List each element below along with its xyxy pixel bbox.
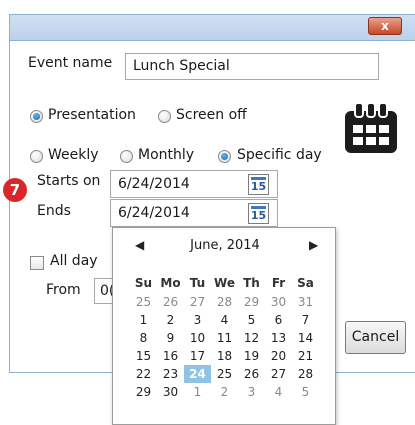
weekday-header: Mo	[160, 276, 181, 290]
monthly-radio[interactable]	[120, 150, 133, 163]
calendar-day[interactable]: 17	[184, 347, 211, 365]
calendar-day[interactable]: 6	[265, 311, 292, 329]
weekday-header: Sa	[297, 276, 314, 290]
calendar-day[interactable]: 2	[157, 311, 184, 329]
from-label: From	[46, 282, 81, 298]
cancel-button[interactable]: Cancel	[345, 321, 406, 354]
calendar-day[interactable]: 4	[211, 311, 238, 329]
close-button[interactable]: x	[368, 17, 402, 35]
calendar-day[interactable]: 26	[238, 365, 265, 383]
starts-icon-text: 15	[250, 180, 267, 193]
calendar-day[interactable]: 11	[211, 329, 238, 347]
calendar-day[interactable]: 4	[265, 383, 292, 401]
presentation-label: Presentation	[48, 107, 136, 123]
calendar-day[interactable]: 28	[211, 293, 238, 311]
calendar-day[interactable]: 26	[157, 293, 184, 311]
weekday-header: Fr	[271, 276, 286, 290]
specific-day-radio[interactable]	[218, 150, 231, 163]
calendar-day[interactable]: 5	[292, 383, 319, 401]
title-bar	[9, 14, 415, 41]
starts-on-label: Starts on	[37, 173, 101, 189]
calendar-day[interactable]: 19	[238, 347, 265, 365]
calendar-day[interactable]: 27	[184, 293, 211, 311]
calendar-day[interactable]: 29	[130, 383, 157, 401]
calendar-icon	[345, 103, 397, 153]
calendar-day[interactable]: 30	[265, 293, 292, 311]
weekly-label: Weekly	[48, 147, 99, 163]
calendar-day[interactable]: 10	[184, 329, 211, 347]
calendar-day[interactable]: 3	[184, 311, 211, 329]
calendar-day[interactable]: 30	[157, 383, 184, 401]
screen-off-label: Screen off	[176, 107, 247, 123]
month-title: June, 2014	[190, 238, 260, 253]
weekday-header: Su	[134, 276, 153, 290]
specific-day-label: Specific day	[237, 147, 322, 163]
calendar-day[interactable]: 15	[130, 347, 157, 365]
calendar-day[interactable]: 20	[265, 347, 292, 365]
calendar-day[interactable]: 5	[238, 311, 265, 329]
calendar-day[interactable]: 7	[292, 311, 319, 329]
screen-off-radio[interactable]	[158, 110, 171, 123]
calendar-day[interactable]: 31	[292, 293, 319, 311]
close-icon: x	[381, 19, 389, 33]
presentation-radio[interactable]	[30, 110, 43, 123]
event-name-field[interactable]: Lunch Special	[125, 53, 379, 80]
ends-label: Ends	[37, 203, 71, 219]
calendar-day[interactable]: 29	[238, 293, 265, 311]
weekday-header: Th	[243, 276, 260, 290]
calendar-15-icon[interactable]: 15	[248, 203, 269, 224]
all-day-label: All day	[50, 253, 98, 269]
weekly-radio[interactable]	[30, 150, 43, 163]
calendar-day[interactable]: 25	[211, 365, 238, 383]
monthly-label: Monthly	[138, 147, 195, 163]
calendar-day[interactable]: 12	[238, 329, 265, 347]
calendar-day[interactable]: 16	[157, 347, 184, 365]
next-month-arrow-icon[interactable]: ▶	[309, 238, 318, 252]
calendar-day[interactable]: 21	[292, 347, 319, 365]
weekday-header: Tu	[189, 276, 206, 290]
calendar-day[interactable]: 28	[292, 365, 319, 383]
calendar-day[interactable]: 3	[238, 383, 265, 401]
calendar-day[interactable]: 22	[130, 365, 157, 383]
weekday-header: We	[214, 276, 235, 290]
calendar-day[interactable]: 13	[265, 329, 292, 347]
all-day-checkbox[interactable]	[30, 256, 44, 270]
calendar-day[interactable]: 14	[292, 329, 319, 347]
event-name-label: Event name	[28, 55, 113, 71]
calendar-day[interactable]: 27	[265, 365, 292, 383]
calendar-day[interactable]: 2	[211, 383, 238, 401]
ends-icon-text: 15	[250, 209, 267, 222]
date-picker-popup: ◀ June, 2014 ▶ Su Mo Tu We Th Fr Sa 25 26 27 28 29 3…	[112, 227, 336, 425]
calendar-day[interactable]: 1	[130, 311, 157, 329]
ends-value: 6/24/2014	[118, 205, 190, 221]
calendar-day[interactable]: 8	[130, 329, 157, 347]
calendar-day[interactable]: 1	[184, 383, 211, 401]
calendar-day[interactable]: 23	[157, 365, 184, 383]
calendar-day[interactable]: 25	[130, 293, 157, 311]
step-badge: 7	[3, 178, 27, 202]
starts-on-value: 6/24/2014	[118, 176, 190, 192]
calendar-day[interactable]: 24	[184, 365, 211, 383]
calendar-15-icon[interactable]: 15	[248, 174, 269, 195]
calendar-day[interactable]: 18	[211, 347, 238, 365]
event-name-value: Lunch Special	[133, 58, 230, 74]
calendar-day[interactable]: 9	[157, 329, 184, 347]
